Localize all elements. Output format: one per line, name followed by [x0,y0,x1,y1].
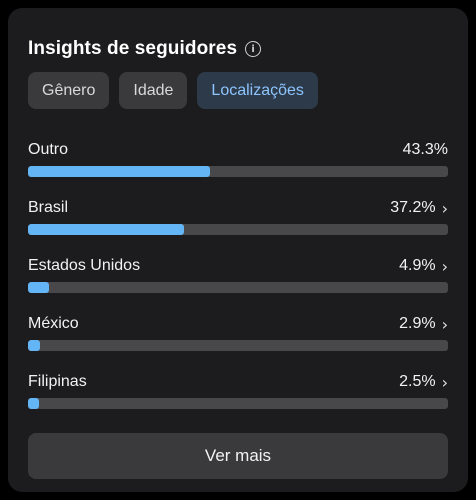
card-header: Insights de seguidores i [28,38,262,60]
chevron-right-icon[interactable]: › [442,257,448,276]
progress-fill [28,166,210,177]
tab-locations[interactable]: Localizações [197,72,318,109]
location-label: Brasil [28,199,69,216]
location-row[interactable]: México 2.9% › [28,313,448,371]
progress-track [28,340,448,351]
tab-bar: Gênero Idade Localizações [28,72,318,109]
progress-fill [28,224,185,235]
progress-track [28,398,448,409]
progress-track [28,166,448,177]
location-label: Estados Unidos [28,257,141,274]
chevron-right-icon[interactable]: › [442,199,448,218]
location-list: Outro 43.3% Brasil 37.2% › Estados Unido… [28,139,448,429]
location-percent: 2.5% [399,373,436,390]
location-percent: 4.9% [399,257,436,274]
location-label: Outro [28,141,69,158]
location-percent: 43.3% [402,141,448,158]
info-icon[interactable]: i [245,41,262,57]
location-percent: 37.2% [390,199,436,216]
tab-gender[interactable]: Gênero [28,72,110,109]
progress-track [28,282,448,293]
progress-fill [28,340,41,351]
chevron-right-icon[interactable]: › [442,315,448,334]
card-title: Insights de seguidores [28,38,238,59]
progress-fill [28,282,49,293]
see-more-button[interactable]: Ver mais [28,433,448,479]
location-row: Outro 43.3% [28,139,448,197]
location-label: México [28,315,79,332]
location-label: Filipinas [28,373,87,390]
progress-track [28,224,448,235]
tab-age[interactable]: Idade [119,72,188,109]
location-row[interactable]: Estados Unidos 4.9% › [28,255,448,313]
progress-fill [28,398,39,409]
followers-insights-card: Insights de seguidores i Gênero Idade Lo… [8,8,468,492]
chevron-right-icon[interactable]: › [442,373,448,392]
location-percent: 2.9% [399,315,436,332]
location-row[interactable]: Filipinas 2.5% › [28,371,448,429]
location-row[interactable]: Brasil 37.2% › [28,197,448,255]
